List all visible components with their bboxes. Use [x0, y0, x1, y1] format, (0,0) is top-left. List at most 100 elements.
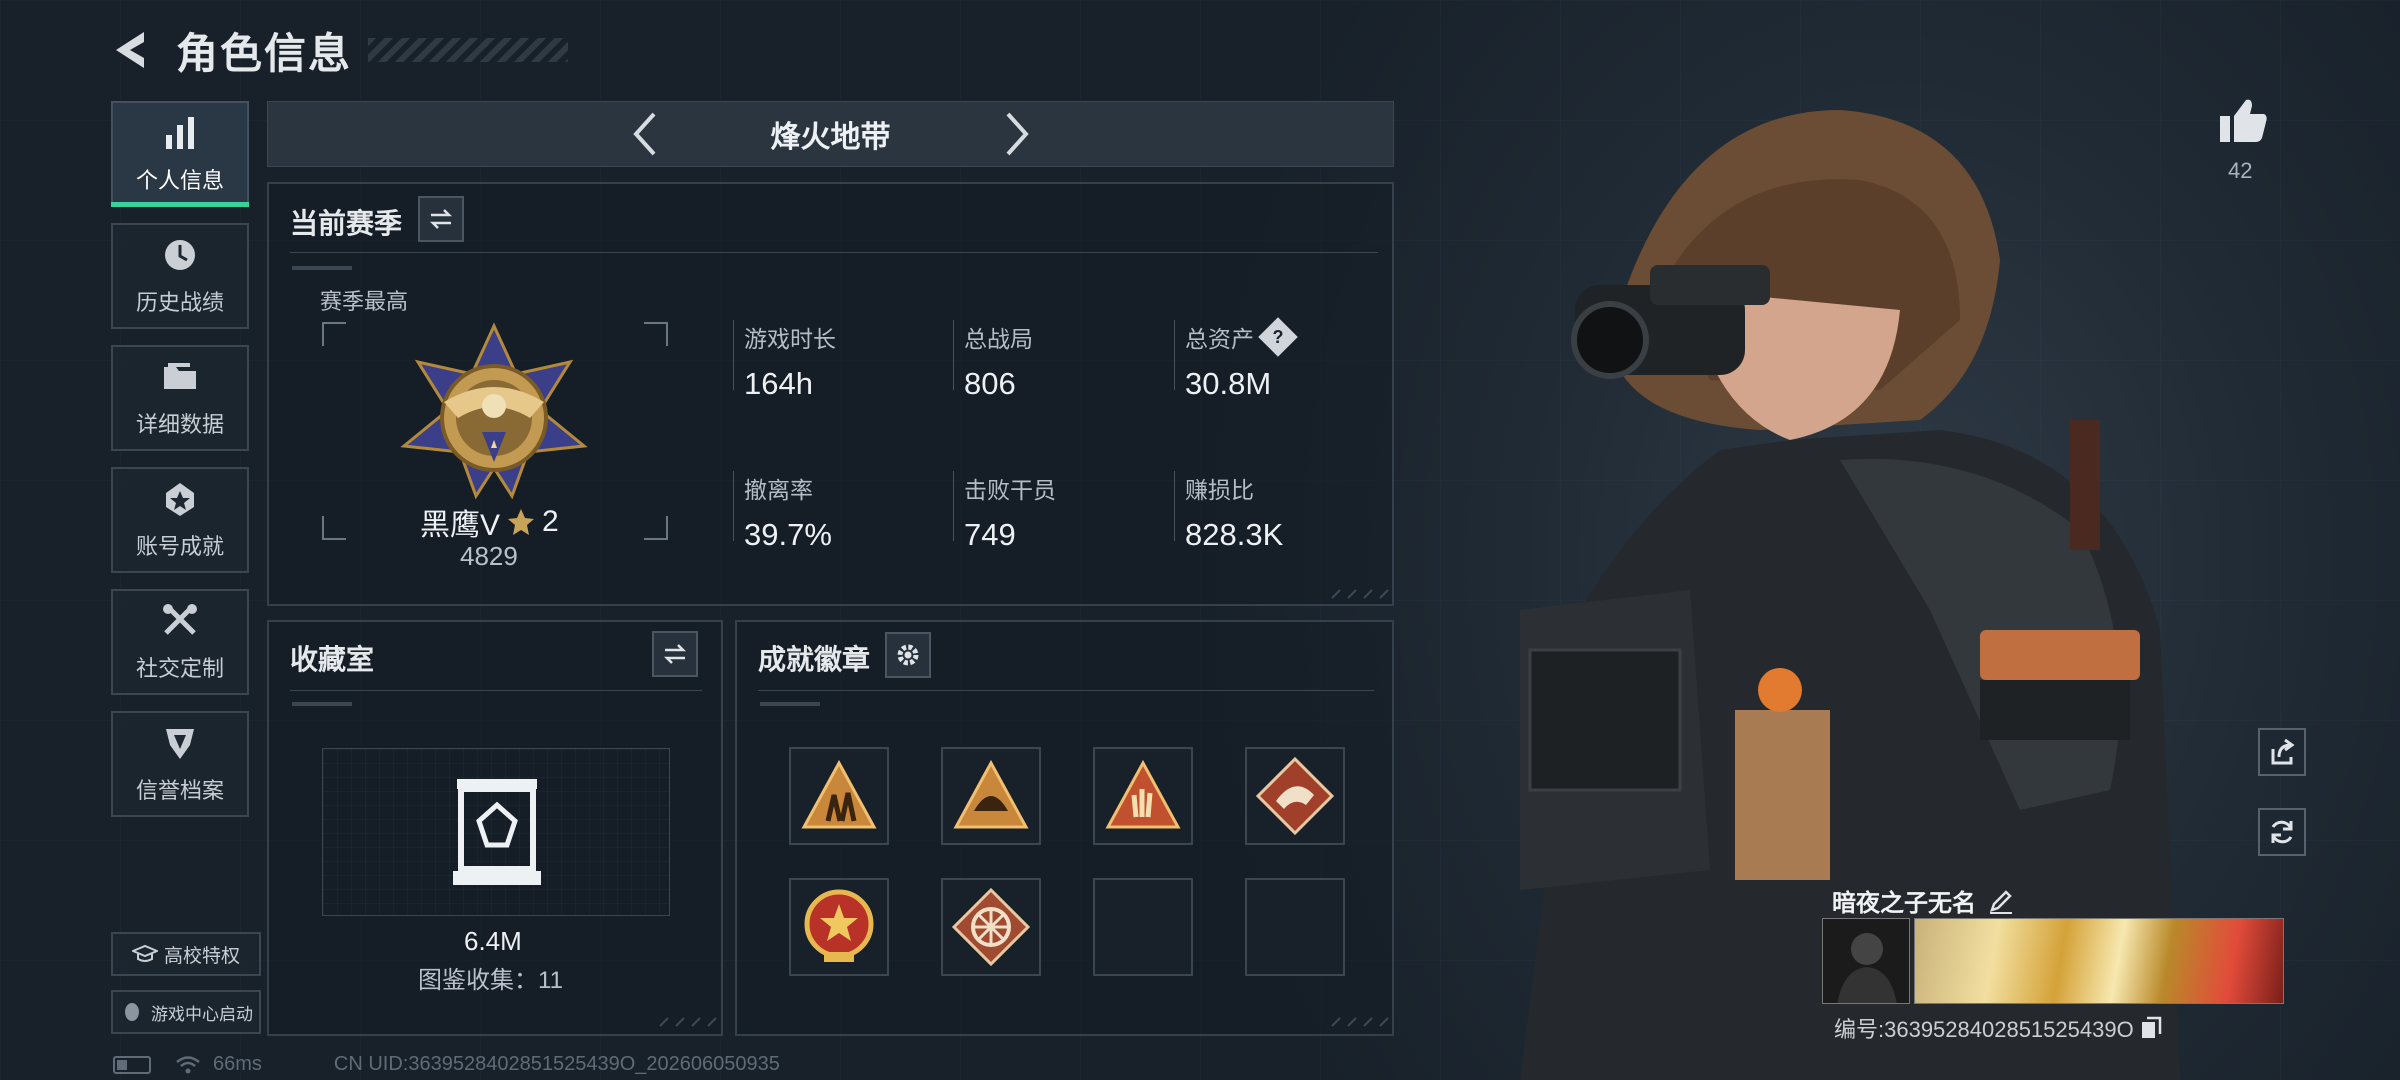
badges-title: 成就徽章: [758, 644, 871, 675]
sidebar-item-personal-info[interactable]: 个人信息: [111, 101, 249, 207]
copy-icon[interactable]: [2140, 1016, 2162, 1040]
diamond-wheel-badge-icon: [951, 887, 1031, 967]
badge-slot-1[interactable]: [789, 747, 889, 845]
stat-total-assets: 总资产 ? 30.8M: [1174, 317, 1298, 401]
game-mode-title: 烽火地带: [770, 121, 891, 154]
refresh-button[interactable]: [2258, 808, 2306, 856]
sidebar-item-history[interactable]: 历史战绩: [111, 223, 249, 329]
share-button[interactable]: [2258, 728, 2306, 776]
game-center-button[interactable]: 游戏中心启动: [111, 990, 261, 1034]
tools-icon: [163, 604, 197, 635]
triangle-soldiers-badge-icon: [801, 759, 877, 829]
rank-emblem-icon: [400, 322, 588, 500]
season-best-label: 赛季最高: [320, 289, 409, 314]
decor-line: [760, 702, 820, 706]
badge-slot-3[interactable]: [1093, 747, 1193, 845]
wifi-icon: [176, 1055, 200, 1073]
diamond-crocodile-badge-icon: [1255, 756, 1335, 836]
sidebar-item-label: 详细数据: [135, 412, 224, 437]
gear-icon: [897, 644, 919, 666]
game-mode-selector: 烽火地带: [267, 101, 1394, 167]
stat-value: 30.8M: [1185, 366, 1272, 401]
triangle-hand-badge-icon: [1105, 759, 1181, 829]
shield-emblem-icon: [166, 729, 194, 759]
decor-line: [292, 266, 352, 270]
stat-label: 游戏时长: [744, 326, 836, 352]
frame-corner: [644, 322, 668, 346]
stat-playtime: 游戏时长 164h: [733, 320, 836, 401]
badges-settings-button[interactable]: [885, 632, 931, 678]
sidebar-item-label: 信誉档案: [135, 778, 224, 803]
penguin-icon: [125, 1003, 139, 1021]
corner-decoration: [659, 1017, 717, 1027]
season-title: 当前赛季: [290, 208, 403, 239]
graduation-cap-icon: [131, 944, 158, 962]
frame-corner: [322, 516, 346, 540]
badge-slot-4[interactable]: [1245, 747, 1345, 845]
battery-icon: [113, 1055, 151, 1074]
badge-slot-6[interactable]: [941, 878, 1041, 976]
star-icon: [508, 509, 535, 535]
status-bar: 66ms CN UID:3639528402851525439O_2026060…: [113, 1053, 780, 1076]
badge-slot-empty[interactable]: [1245, 878, 1345, 976]
share-icon: [2271, 738, 2295, 765]
frame-corner: [644, 516, 668, 540]
stat-profit-loss-ratio: 赚损比 828.3K: [1174, 471, 1283, 552]
campus-privilege-button[interactable]: 高校特权: [111, 932, 261, 976]
back-arrow-icon[interactable]: [110, 28, 154, 72]
frame-corner: [322, 322, 346, 346]
season-switch-button[interactable]: [418, 196, 464, 242]
stat-operators-defeated: 击败干员 749: [953, 471, 1056, 552]
stat-label: 撤离率: [744, 477, 813, 503]
collection-title: 收藏室: [290, 644, 375, 675]
player-name: 暗夜之子无名: [1832, 890, 1976, 917]
corner-decoration: [1331, 589, 1389, 599]
prev-mode-icon[interactable]: [628, 110, 662, 158]
achievement-icon: [166, 483, 194, 516]
collection-display[interactable]: [322, 748, 670, 916]
help-icon[interactable]: ?: [1258, 317, 1298, 357]
badge-slot-empty[interactable]: [1093, 878, 1193, 976]
triangle-helmet-badge-icon: [953, 759, 1029, 829]
stat-label: 总战局: [964, 326, 1033, 352]
sidebar-item-label: 个人信息: [135, 168, 224, 193]
badge-slot-2[interactable]: [941, 747, 1041, 845]
player-banner[interactable]: [1914, 918, 2284, 1004]
edit-pencil-icon[interactable]: [1988, 888, 2014, 914]
ping-value: 66ms: [213, 1053, 262, 1075]
badges-divider: [758, 690, 1374, 691]
swap-icon: [429, 209, 453, 229]
badge-slot-5[interactable]: [789, 878, 889, 976]
sidebar: 个人信息 历史战绩 详细数据 账号成就 社交定制 信誉档案: [111, 101, 249, 833]
stat-value: 828.3K: [1185, 517, 1284, 552]
rank-stars-count: 2: [542, 505, 559, 538]
page-header: 角色信息: [110, 22, 569, 78]
sidebar-item-achievements[interactable]: 账号成就: [111, 467, 249, 573]
stat-value: 749: [964, 517, 1016, 552]
corner-decoration: [1331, 1017, 1389, 1027]
campus-privilege-label: 高校特权: [163, 945, 240, 967]
stat-total-matches: 总战局 806: [953, 320, 1033, 401]
sidebar-item-social[interactable]: 社交定制: [111, 589, 249, 695]
rank-name-row: 黑鹰V 2: [420, 500, 559, 544]
sidebar-item-label: 社交定制: [135, 656, 224, 681]
stat-extraction-rate: 撤离率 39.7%: [733, 471, 832, 552]
soldier-avatar-icon: [1823, 919, 1909, 1003]
player-id: 编号:3639528402851525439O: [1834, 1017, 2134, 1042]
stat-value: 39.7%: [744, 517, 832, 552]
collection-value: 6.4M: [464, 926, 522, 956]
rank-name: 黑鹰V: [420, 509, 501, 542]
display-case-icon: [453, 779, 541, 885]
decor-line: [292, 702, 352, 706]
stat-value: 806: [964, 366, 1016, 401]
player-avatar[interactable]: [1822, 918, 1910, 1004]
sidebar-item-credit[interactable]: 信誉档案: [111, 711, 249, 817]
sidebar-item-detailed-data[interactable]: 详细数据: [111, 345, 249, 451]
thumbs-up-icon[interactable]: [2218, 96, 2268, 144]
round-star-medal-badge-icon: [804, 889, 874, 962]
next-mode-icon[interactable]: [1000, 110, 1034, 158]
stat-label-row: 总资产 ?: [1185, 317, 1298, 357]
collection-switch-button[interactable]: [652, 631, 698, 677]
season-divider: [290, 252, 1378, 253]
page-title: 角色信息: [176, 29, 353, 77]
